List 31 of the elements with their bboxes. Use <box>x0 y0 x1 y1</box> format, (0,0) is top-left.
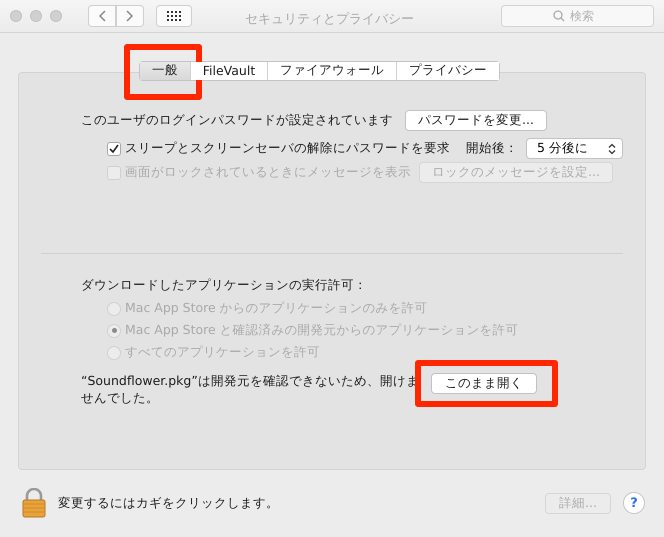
password-status-text: このユーザのログインパスワードが設定されています <box>81 112 393 130</box>
blocked-app-message: “Soundflower.pkg”は開発元を確認できないため、開けませんでした。 <box>81 372 420 406</box>
delay-dropdown[interactable]: 5 分後に <box>526 138 623 160</box>
stepper-icon <box>608 142 616 155</box>
zoom-button[interactable] <box>50 10 62 22</box>
minimize-button[interactable] <box>30 10 42 22</box>
window-title: セキュリティとプライバシー <box>245 11 414 28</box>
checkbox-label: スリープとスクリーンセーバの解除にパスワードを要求 <box>125 140 450 158</box>
tab[interactable]: プライバシー <box>396 62 500 80</box>
radio-label: Mac App Store からのアプリケーションのみを許可 <box>125 300 428 318</box>
open-anyway-button[interactable]: このまま開く <box>431 372 537 394</box>
grid-icon <box>167 10 181 21</box>
section-heading: ダウンロードしたアプリケーションの実行許可： <box>81 277 367 294</box>
help-button[interactable]: ? <box>623 492 645 514</box>
chevron-left-icon <box>98 10 106 22</box>
change-password-button[interactable]: パスワードを変更... <box>405 110 547 132</box>
tab[interactable]: 一般 <box>140 62 190 80</box>
search-field[interactable]: 検索 <box>501 4 654 27</box>
close-button[interactable] <box>10 10 22 22</box>
radio-label: すべてのアプリケーションを許可 <box>125 344 320 362</box>
start-after-label: 開始後： <box>466 140 518 158</box>
chevron-right-icon <box>126 10 134 22</box>
radio-label: Mac App Store と確認済みの開発元からのアプリケーションを許可 <box>125 322 519 340</box>
forward-button[interactable] <box>116 4 144 27</box>
padlock-icon[interactable] <box>22 488 46 518</box>
lock-hint-text: 変更するにはカギをクリックします。 <box>58 494 279 512</box>
checkbox-label: 画面がロックされているときにメッセージを表示 <box>125 164 411 182</box>
search-icon <box>553 10 565 22</box>
grid-button[interactable] <box>156 4 192 27</box>
back-button[interactable] <box>88 4 116 27</box>
checkbox[interactable] <box>107 142 121 156</box>
